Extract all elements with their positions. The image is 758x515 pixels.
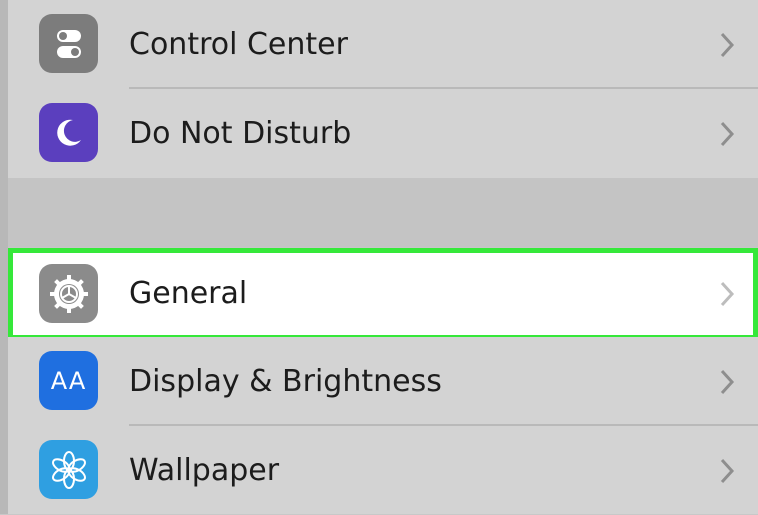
- settings-row-general-content: General: [13, 253, 753, 335]
- chevron-right-icon: [720, 281, 735, 307]
- settings-row-label: Control Center: [129, 27, 348, 62]
- chevron-right-icon: [720, 32, 735, 58]
- chevron-right-icon: [720, 458, 735, 484]
- settings-row-label: Wallpaper: [129, 453, 280, 488]
- text-size-icon: AA: [39, 351, 98, 410]
- settings-group-bottom: AA Display & Brightness Wallpaper: [8, 337, 758, 514]
- left-edge: [0, 0, 8, 514]
- settings-group-top: Control Center Do Not Disturb: [8, 0, 758, 178]
- chevron-right-icon: [720, 369, 735, 395]
- settings-row-do-not-disturb[interactable]: Do Not Disturb: [8, 89, 758, 178]
- settings-row-general[interactable]: General: [8, 248, 758, 340]
- settings-row-label: General: [129, 276, 248, 311]
- chevron-right-icon: [720, 121, 735, 147]
- text-size-glyph: AA: [50, 366, 87, 395]
- settings-row-wallpaper[interactable]: Wallpaper: [8, 426, 758, 515]
- gear-icon: [39, 264, 98, 323]
- settings-screen: Control Center Do Not Disturb General AA…: [0, 0, 758, 514]
- settings-row-label: Display & Brightness: [129, 364, 442, 399]
- settings-row-control-center[interactable]: Control Center: [8, 0, 758, 89]
- control-center-icon: [39, 14, 98, 73]
- moon-icon: [39, 103, 98, 162]
- section-gap: [8, 178, 758, 247]
- flower-icon: [39, 440, 98, 499]
- settings-row-label: Do Not Disturb: [129, 116, 352, 151]
- settings-row-display-brightness[interactable]: AA Display & Brightness: [8, 337, 758, 426]
